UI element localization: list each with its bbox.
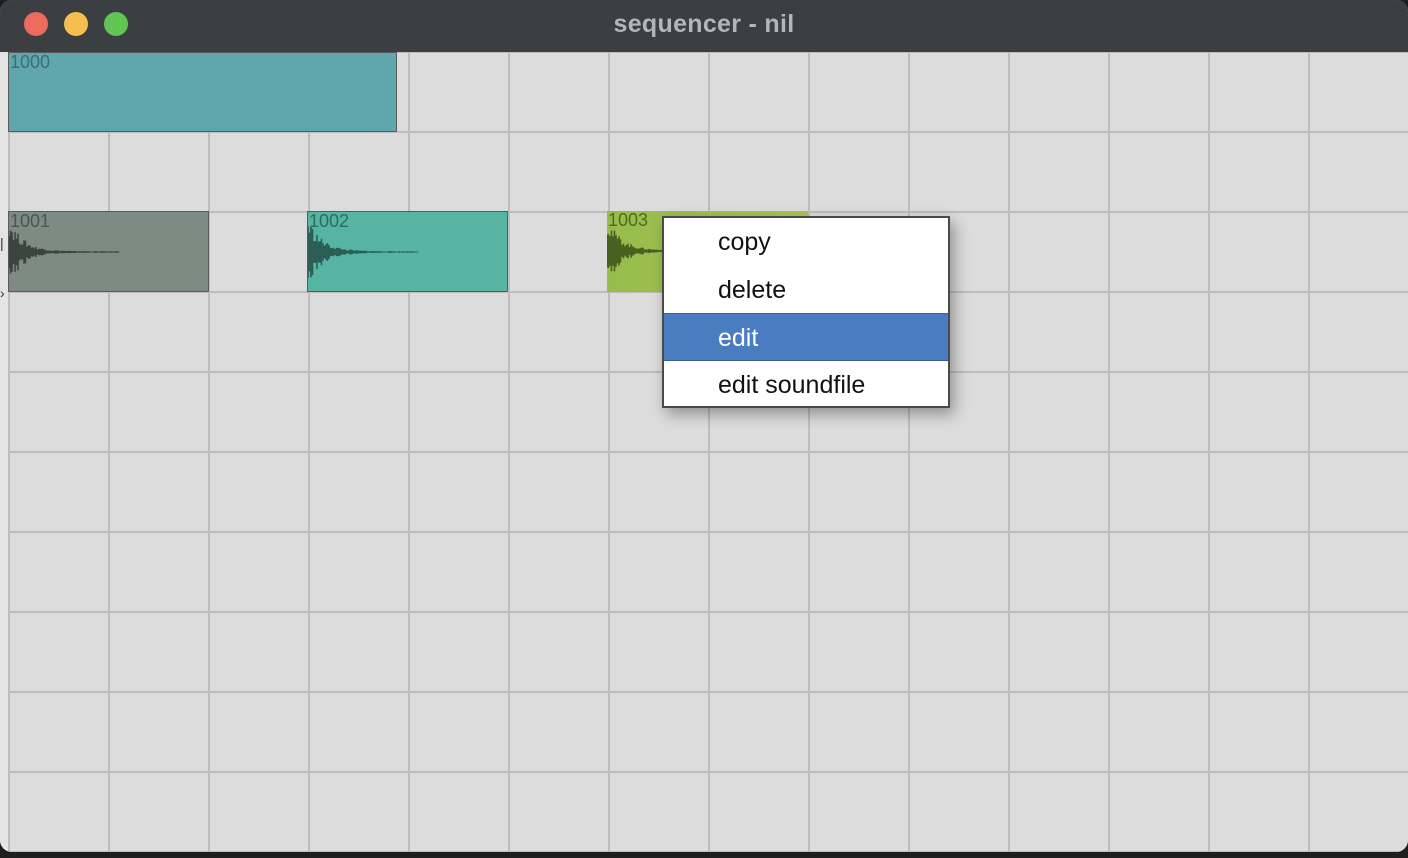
clip-1002[interactable]: 1002: [307, 211, 508, 292]
clip-label: 1000: [10, 52, 51, 72]
edge-bar-mark: |: [0, 235, 4, 251]
waveform-path: [308, 226, 419, 278]
sequencer-grid[interactable]: 1000 1001 1002 1003: [8, 52, 1408, 852]
menu-item-edit-soundfile[interactable]: edit soundfile: [664, 361, 948, 409]
menu-item-edit[interactable]: edit: [664, 313, 948, 361]
context-menu: copy delete edit edit soundfile: [662, 216, 950, 408]
clip-1001[interactable]: 1001: [8, 211, 209, 292]
menu-item-copy[interactable]: copy: [664, 218, 948, 266]
menu-item-delete[interactable]: delete: [664, 266, 948, 314]
clip-label: 1001: [10, 211, 51, 231]
left-edge-strip: | ›: [0, 52, 8, 852]
sequencer-window: sequencer - nil | › 1000 1001 1002 1003 …: [0, 0, 1408, 852]
waveform-path: [9, 230, 120, 274]
window-title: sequencer - nil: [613, 10, 795, 38]
clip-label: 1002: [309, 211, 350, 231]
title-bar[interactable]: sequencer - nil: [0, 0, 1408, 53]
clip-1000[interactable]: 1000: [8, 52, 397, 132]
edge-arrow-icon[interactable]: ›: [0, 286, 5, 300]
clip-label: 1003: [608, 211, 649, 230]
